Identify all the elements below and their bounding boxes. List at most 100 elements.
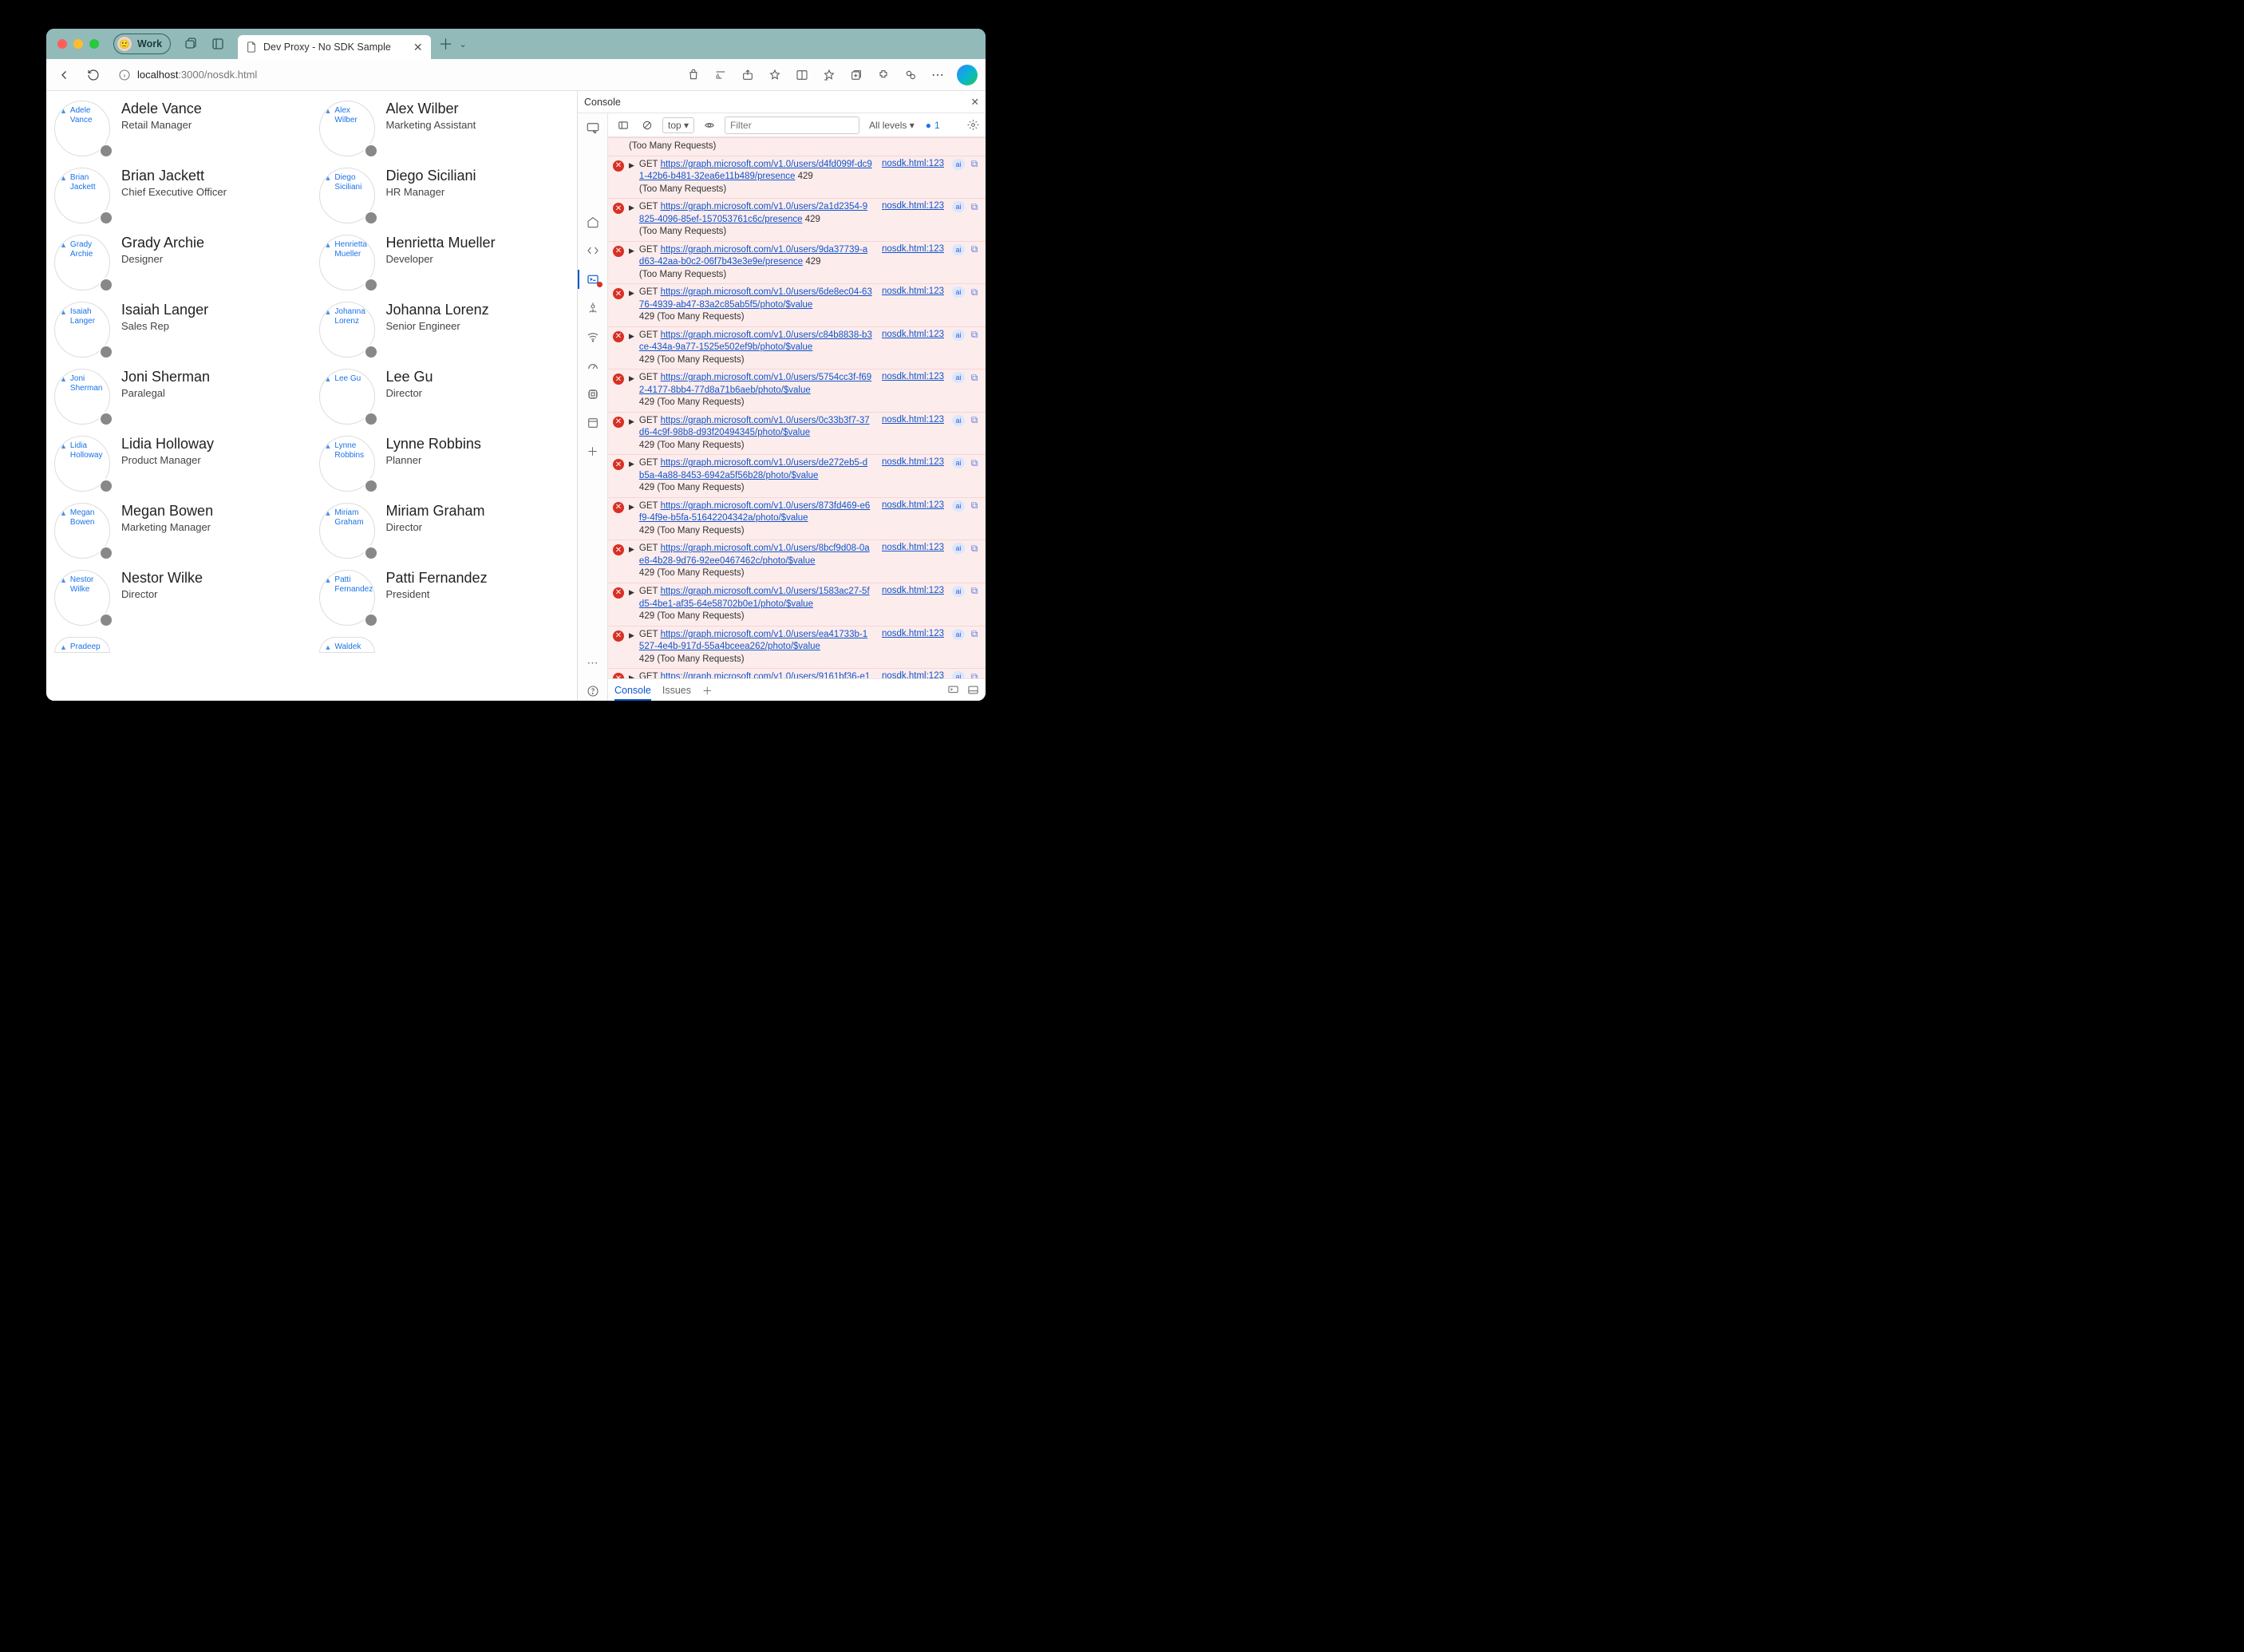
address-field[interactable]: localhost:3000/nosdk.html <box>112 65 263 85</box>
copilot-icon[interactable] <box>957 65 978 85</box>
ai-explain-icon[interactable]: ai <box>952 159 965 170</box>
vertical-tabs-icon[interactable] <box>206 34 230 54</box>
disclosure-triangle-icon[interactable]: ▶ <box>629 545 634 554</box>
ai-explain-icon[interactable]: ai <box>952 629 965 640</box>
console-settings-icon[interactable] <box>967 119 979 131</box>
more-tools-icon[interactable]: ⋯ <box>583 653 602 672</box>
log-url-link[interactable]: https://graph.microsoft.com/v1.0/users/5… <box>639 373 871 395</box>
log-source-link[interactable]: nosdk.html:123 <box>882 457 944 467</box>
browser-tab[interactable]: Dev Proxy - No SDK Sample ✕ <box>238 35 431 59</box>
sources-icon[interactable] <box>583 298 602 318</box>
extensions-icon[interactable] <box>872 64 895 86</box>
ai-explain-icon[interactable]: ai <box>952 372 965 383</box>
drawer-dock-icon[interactable] <box>967 684 979 696</box>
workspaces-icon[interactable] <box>179 34 203 54</box>
copy-icon[interactable]: ⧉ <box>968 586 981 597</box>
log-source-link[interactable]: nosdk.html:123 <box>882 372 944 381</box>
log-entry[interactable]: ✕ ▶ GET https://graph.microsoft.com/v1.0… <box>608 369 986 412</box>
ai-explain-icon[interactable]: ai <box>952 500 965 512</box>
log-entry[interactable]: (Too Many Requests) <box>608 137 986 156</box>
log-source-link[interactable]: nosdk.html:123 <box>882 287 944 296</box>
log-entry[interactable]: ✕ ▶ GET https://graph.microsoft.com/v1.0… <box>608 198 986 241</box>
copy-icon[interactable]: ⧉ <box>968 372 981 383</box>
log-source-link[interactable]: nosdk.html:123 <box>882 244 944 254</box>
drawer-add-tab-icon[interactable]: ＋ <box>702 682 713 698</box>
disclosure-triangle-icon[interactable]: ▶ <box>629 460 634 468</box>
log-url-link[interactable]: https://graph.microsoft.com/v1.0/users/1… <box>639 587 870 609</box>
profile-pill[interactable]: 🙂 Work <box>113 34 171 54</box>
log-entry[interactable]: ✕ ▶ GET https://graph.microsoft.com/v1.0… <box>608 539 986 583</box>
log-entry[interactable]: ✕ ▶ GET https://graph.microsoft.com/v1.0… <box>608 241 986 284</box>
copy-icon[interactable]: ⧉ <box>968 244 981 255</box>
copy-icon[interactable]: ⧉ <box>968 201 981 212</box>
ai-explain-icon[interactable]: ai <box>952 201 965 212</box>
filter-input[interactable] <box>725 117 859 134</box>
copy-icon[interactable]: ⧉ <box>968 330 981 341</box>
elements-icon[interactable] <box>583 241 602 260</box>
log-url-link[interactable]: https://graph.microsoft.com/v1.0/users/d… <box>639 160 872 182</box>
disclosure-triangle-icon[interactable]: ▶ <box>629 161 634 170</box>
disclosure-triangle-icon[interactable]: ▶ <box>629 289 634 298</box>
memory-icon[interactable] <box>583 385 602 404</box>
add-panel-icon[interactable]: ＋ <box>583 442 602 461</box>
inspect-element-icon[interactable] <box>583 118 602 137</box>
log-source-link[interactable]: nosdk.html:123 <box>882 159 944 168</box>
copy-icon[interactable]: ⧉ <box>968 671 981 678</box>
log-entry[interactable]: ✕ ▶ GET https://graph.microsoft.com/v1.0… <box>608 156 986 199</box>
log-entry[interactable]: ✕ ▶ GET https://graph.microsoft.com/v1.0… <box>608 326 986 370</box>
log-entry[interactable]: ✕ ▶ GET https://graph.microsoft.com/v1.0… <box>608 454 986 497</box>
log-entry[interactable]: ✕ ▶ GET https://graph.microsoft.com/v1.0… <box>608 583 986 626</box>
log-url-link[interactable]: https://graph.microsoft.com/v1.0/users/9… <box>639 672 870 678</box>
copy-icon[interactable]: ⧉ <box>968 629 981 640</box>
ai-explain-icon[interactable]: ai <box>952 586 965 597</box>
log-entry[interactable]: ✕ ▶ GET https://graph.microsoft.com/v1.0… <box>608 412 986 455</box>
disclosure-triangle-icon[interactable]: ▶ <box>629 588 634 597</box>
copy-icon[interactable]: ⧉ <box>968 543 981 554</box>
clear-console-icon[interactable] <box>638 117 656 134</box>
minimize-window-button[interactable] <box>73 39 83 49</box>
log-source-link[interactable]: nosdk.html:123 <box>882 586 944 595</box>
tabs-menu-chevron-icon[interactable]: ⌄ <box>460 39 467 49</box>
log-url-link[interactable]: https://graph.microsoft.com/v1.0/users/2… <box>639 202 867 224</box>
issues-counter[interactable]: 1 <box>926 120 940 131</box>
collections-icon[interactable] <box>845 64 867 86</box>
ai-explain-icon[interactable]: ai <box>952 457 965 468</box>
ai-explain-icon[interactable]: ai <box>952 244 965 255</box>
context-select[interactable]: top ▾ <box>662 117 694 133</box>
log-url-link[interactable]: https://graph.microsoft.com/v1.0/users/8… <box>639 501 870 524</box>
disclosure-triangle-icon[interactable]: ▶ <box>629 674 634 678</box>
log-entry[interactable]: ✕ ▶ GET https://graph.microsoft.com/v1.0… <box>608 668 986 678</box>
ai-explain-icon[interactable]: ai <box>952 671 965 678</box>
drawer-tab-console[interactable]: Console <box>614 685 651 701</box>
ai-explain-icon[interactable]: ai <box>952 330 965 341</box>
maximize-window-button[interactable] <box>89 39 99 49</box>
read-aloud-icon[interactable]: A <box>709 64 732 86</box>
disclosure-triangle-icon[interactable]: ▶ <box>629 204 634 212</box>
log-url-link[interactable]: https://graph.microsoft.com/v1.0/users/e… <box>639 630 867 652</box>
console-log-list[interactable]: (Too Many Requests) ✕ ▶ GET https://grap… <box>608 137 986 678</box>
close-tab-icon[interactable]: ✕ <box>413 41 423 54</box>
log-source-link[interactable]: nosdk.html:123 <box>882 330 944 339</box>
toggle-sidebar-icon[interactable] <box>614 117 632 134</box>
close-window-button[interactable] <box>57 39 67 49</box>
site-info-icon[interactable] <box>118 69 131 81</box>
log-source-link[interactable]: nosdk.html:123 <box>882 671 944 678</box>
log-url-link[interactable]: https://graph.microsoft.com/v1.0/users/9… <box>639 245 867 267</box>
disclosure-triangle-icon[interactable]: ▶ <box>629 247 634 255</box>
console-icon[interactable] <box>583 270 602 289</box>
application-icon[interactable] <box>583 413 602 433</box>
welcome-icon[interactable] <box>583 212 602 231</box>
ai-explain-icon[interactable]: ai <box>952 543 965 554</box>
copy-icon[interactable]: ⧉ <box>968 287 981 298</box>
more-menu-icon[interactable]: ⋯ <box>926 64 949 86</box>
log-url-link[interactable]: https://graph.microsoft.com/v1.0/users/c… <box>639 330 872 353</box>
disclosure-triangle-icon[interactable]: ▶ <box>629 503 634 512</box>
back-button[interactable] <box>54 65 75 85</box>
live-expression-icon[interactable] <box>701 117 718 134</box>
reload-button[interactable] <box>83 65 104 85</box>
copy-icon[interactable]: ⧉ <box>968 500 981 512</box>
log-url-link[interactable]: https://graph.microsoft.com/v1.0/users/0… <box>639 416 870 438</box>
disclosure-triangle-icon[interactable]: ▶ <box>629 374 634 383</box>
log-source-link[interactable]: nosdk.html:123 <box>882 500 944 510</box>
log-entry[interactable]: ✕ ▶ GET https://graph.microsoft.com/v1.0… <box>608 283 986 326</box>
